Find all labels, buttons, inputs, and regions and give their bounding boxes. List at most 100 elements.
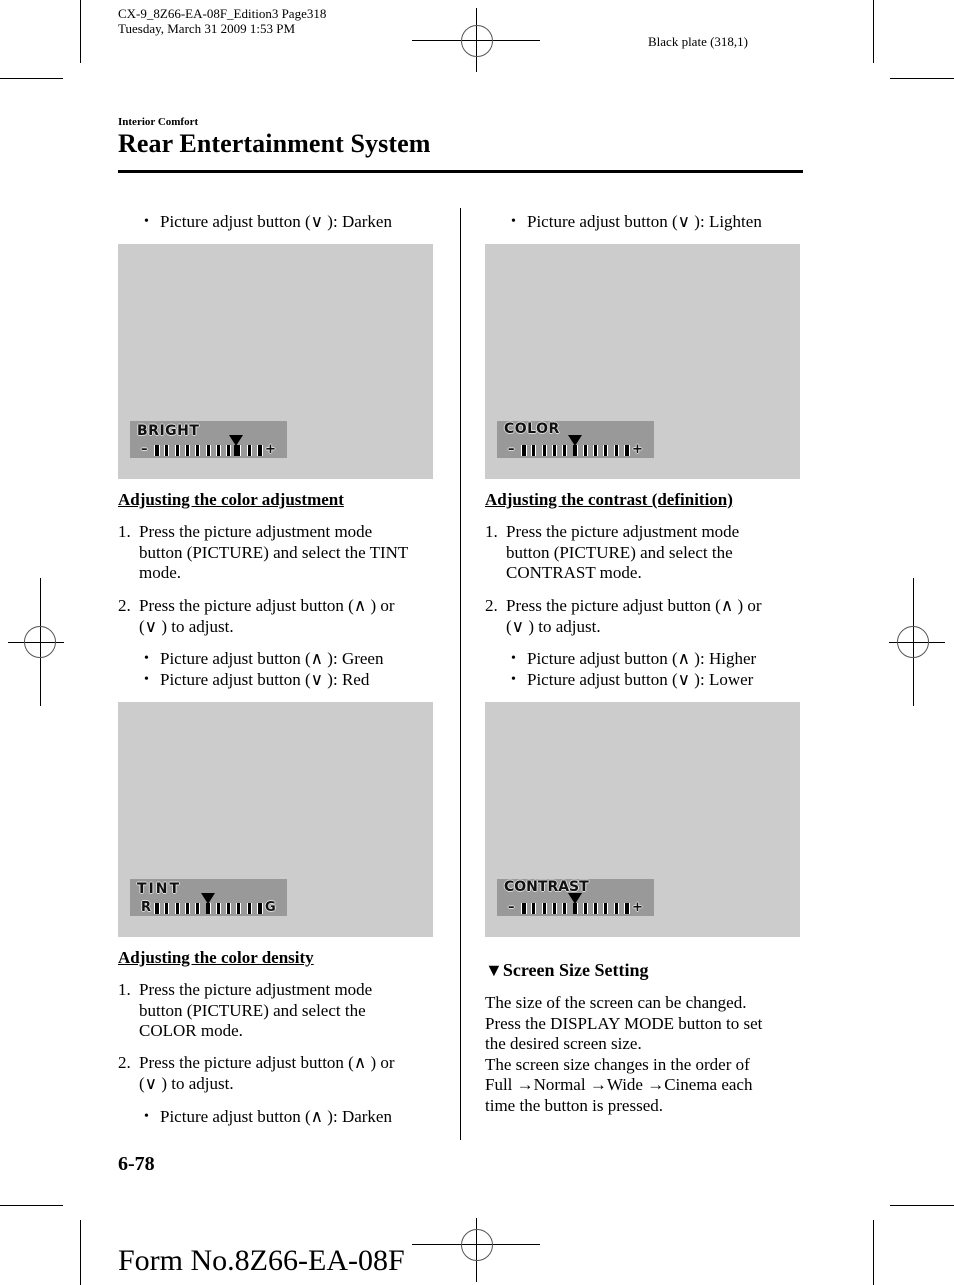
- osd-tick: [154, 445, 160, 456]
- step-number: 2.: [485, 596, 498, 615]
- osd-tick: [195, 903, 200, 914]
- osd-tick: [583, 445, 588, 456]
- osd-tick: [185, 445, 190, 456]
- osd-tick: [624, 445, 630, 456]
- step-number: 1.: [485, 522, 498, 541]
- osd-tick: [542, 903, 547, 914]
- step-text: COLOR mode.: [139, 1021, 243, 1040]
- osd-tick: [521, 903, 527, 914]
- screen-illustration-tint: TINT RG: [118, 702, 433, 937]
- list-item: Picture adjust button (∧ ): Green: [144, 648, 384, 669]
- osd-tick: [562, 445, 567, 456]
- heading-text: Screen Size Setting: [502, 960, 649, 980]
- registration-circle: [461, 1229, 493, 1261]
- registration-circle: [24, 626, 56, 658]
- osd-tick: [247, 903, 252, 914]
- osd-min-symbol: –: [508, 442, 515, 457]
- paragraph-line: Full →Normal →Wide →Cinema each: [485, 1075, 753, 1094]
- paragraph-line: time the button is pressed.: [485, 1095, 664, 1115]
- osd-tick: [583, 903, 588, 914]
- osd-scale: – +: [130, 435, 287, 457]
- osd-tick: [531, 903, 536, 914]
- step-text: mode.: [139, 563, 182, 582]
- crop-mark: [80, 1220, 81, 1285]
- osd-tick: [257, 903, 263, 914]
- osd-scale: – +: [497, 435, 654, 457]
- step-text: button (PICTURE) and select the TINT: [139, 542, 409, 562]
- osd-tick: [521, 445, 527, 456]
- osd-tick: [226, 903, 231, 914]
- print-job-info: CX-9_8Z66-EA-08F_Edition3 Page318 Tuesda…: [118, 6, 326, 36]
- step-text: Press the picture adjust button (∧ ) or: [139, 1053, 395, 1072]
- step-number: 1.: [118, 980, 131, 999]
- osd-tick: [542, 445, 547, 456]
- osd-tick: [247, 445, 252, 456]
- osd-tint: TINT RG: [130, 879, 287, 916]
- osd-tick: [614, 445, 619, 456]
- crop-mark: [0, 78, 63, 79]
- osd-scale: – +: [497, 893, 654, 915]
- osd-tick: [216, 903, 221, 914]
- list-item: Picture adjust button (∨ ): Darken: [144, 211, 392, 232]
- osd-label: COLOR: [504, 421, 560, 437]
- paragraph-line: the desired screen size.: [485, 1034, 642, 1053]
- page-title: Rear Entertainment System: [118, 129, 431, 158]
- osd-tick: [216, 445, 221, 456]
- osd-max-symbol: G: [265, 900, 276, 915]
- print-job-line: CX-9_8Z66-EA-08F_Edition3 Page318: [118, 6, 327, 21]
- osd-tick: [195, 445, 200, 456]
- list-item: Picture adjust button (∧ ): Higher: [511, 648, 756, 669]
- osd-bright: BRIGHT – +: [130, 421, 287, 458]
- step-2: 2. Press the picture adjust button (∧ ) …: [485, 596, 815, 637]
- osd-level-stem: [234, 445, 237, 456]
- paragraph-line: The screen size changes in the order of: [485, 1054, 750, 1074]
- osd-tick: [603, 903, 608, 914]
- paragraph-line: Press the DISPLAY MODE button to set: [485, 1013, 763, 1033]
- step-text: CONTRAST mode.: [506, 563, 642, 582]
- step-text: Press the picture adjustment mode: [506, 522, 740, 541]
- osd-min-symbol: R: [141, 900, 152, 915]
- crop-mark: [873, 1220, 874, 1285]
- list-item: Picture adjust button (∧ ): Darken: [144, 1106, 392, 1127]
- step-text: Press the picture adjustment mode: [139, 522, 373, 541]
- list-item: Picture adjust button (∨ ): Red: [144, 669, 369, 690]
- osd-label: TINT: [137, 881, 182, 897]
- registration-circle: [897, 626, 929, 658]
- osd-tick: [614, 903, 619, 914]
- step-text: Press the picture adjust button (∧ ) or: [139, 596, 395, 615]
- step-number: 2.: [118, 1053, 131, 1072]
- page-number: 6-78: [118, 1153, 155, 1175]
- osd-tick: [236, 903, 241, 914]
- osd-tick: [552, 445, 557, 456]
- step-1: 1. Press the picture adjustment mode but…: [118, 522, 448, 584]
- osd-min-symbol: –: [508, 900, 515, 915]
- list-item: Picture adjust button (∨ ): Lower: [511, 669, 753, 690]
- osd-tick: [226, 445, 231, 456]
- osd-level-stem: [573, 445, 576, 456]
- osd-tick: [185, 903, 190, 914]
- step-2: 2. Press the picture adjust button (∧ ) …: [118, 1053, 448, 1094]
- screen-illustration-color: COLOR – +: [485, 244, 800, 479]
- osd-scale: RG: [130, 893, 287, 915]
- osd-tick: [164, 445, 169, 456]
- step-text: (∨ ) to adjust.: [139, 616, 234, 636]
- step-number: 1.: [118, 522, 131, 541]
- osd-tick: [562, 903, 567, 914]
- triangle-down-icon: ▼: [485, 960, 503, 980]
- step-1: 1. Press the picture adjustment mode but…: [485, 522, 815, 584]
- section-label: Interior Comfort: [118, 116, 199, 128]
- osd-max-symbol: +: [632, 442, 643, 457]
- form-number: Form No.8Z66-EA-08F: [118, 1244, 405, 1277]
- registration-circle: [461, 25, 493, 57]
- osd-tick: [531, 445, 536, 456]
- step-text: (∨ ) to adjust.: [506, 616, 601, 636]
- osd-level-stem: [206, 903, 209, 914]
- osd-contrast: CONTRAST – +: [497, 879, 654, 916]
- osd-tick: [593, 903, 598, 914]
- osd-tick: [603, 445, 608, 456]
- subheading-color-adjustment: Adjusting the color adjustment: [118, 490, 344, 509]
- osd-tick: [593, 445, 598, 456]
- subheading-color-density: Adjusting the color density: [118, 948, 314, 967]
- paragraph-line: The size of the screen can be changed.: [485, 993, 747, 1012]
- crop-mark: [80, 0, 81, 63]
